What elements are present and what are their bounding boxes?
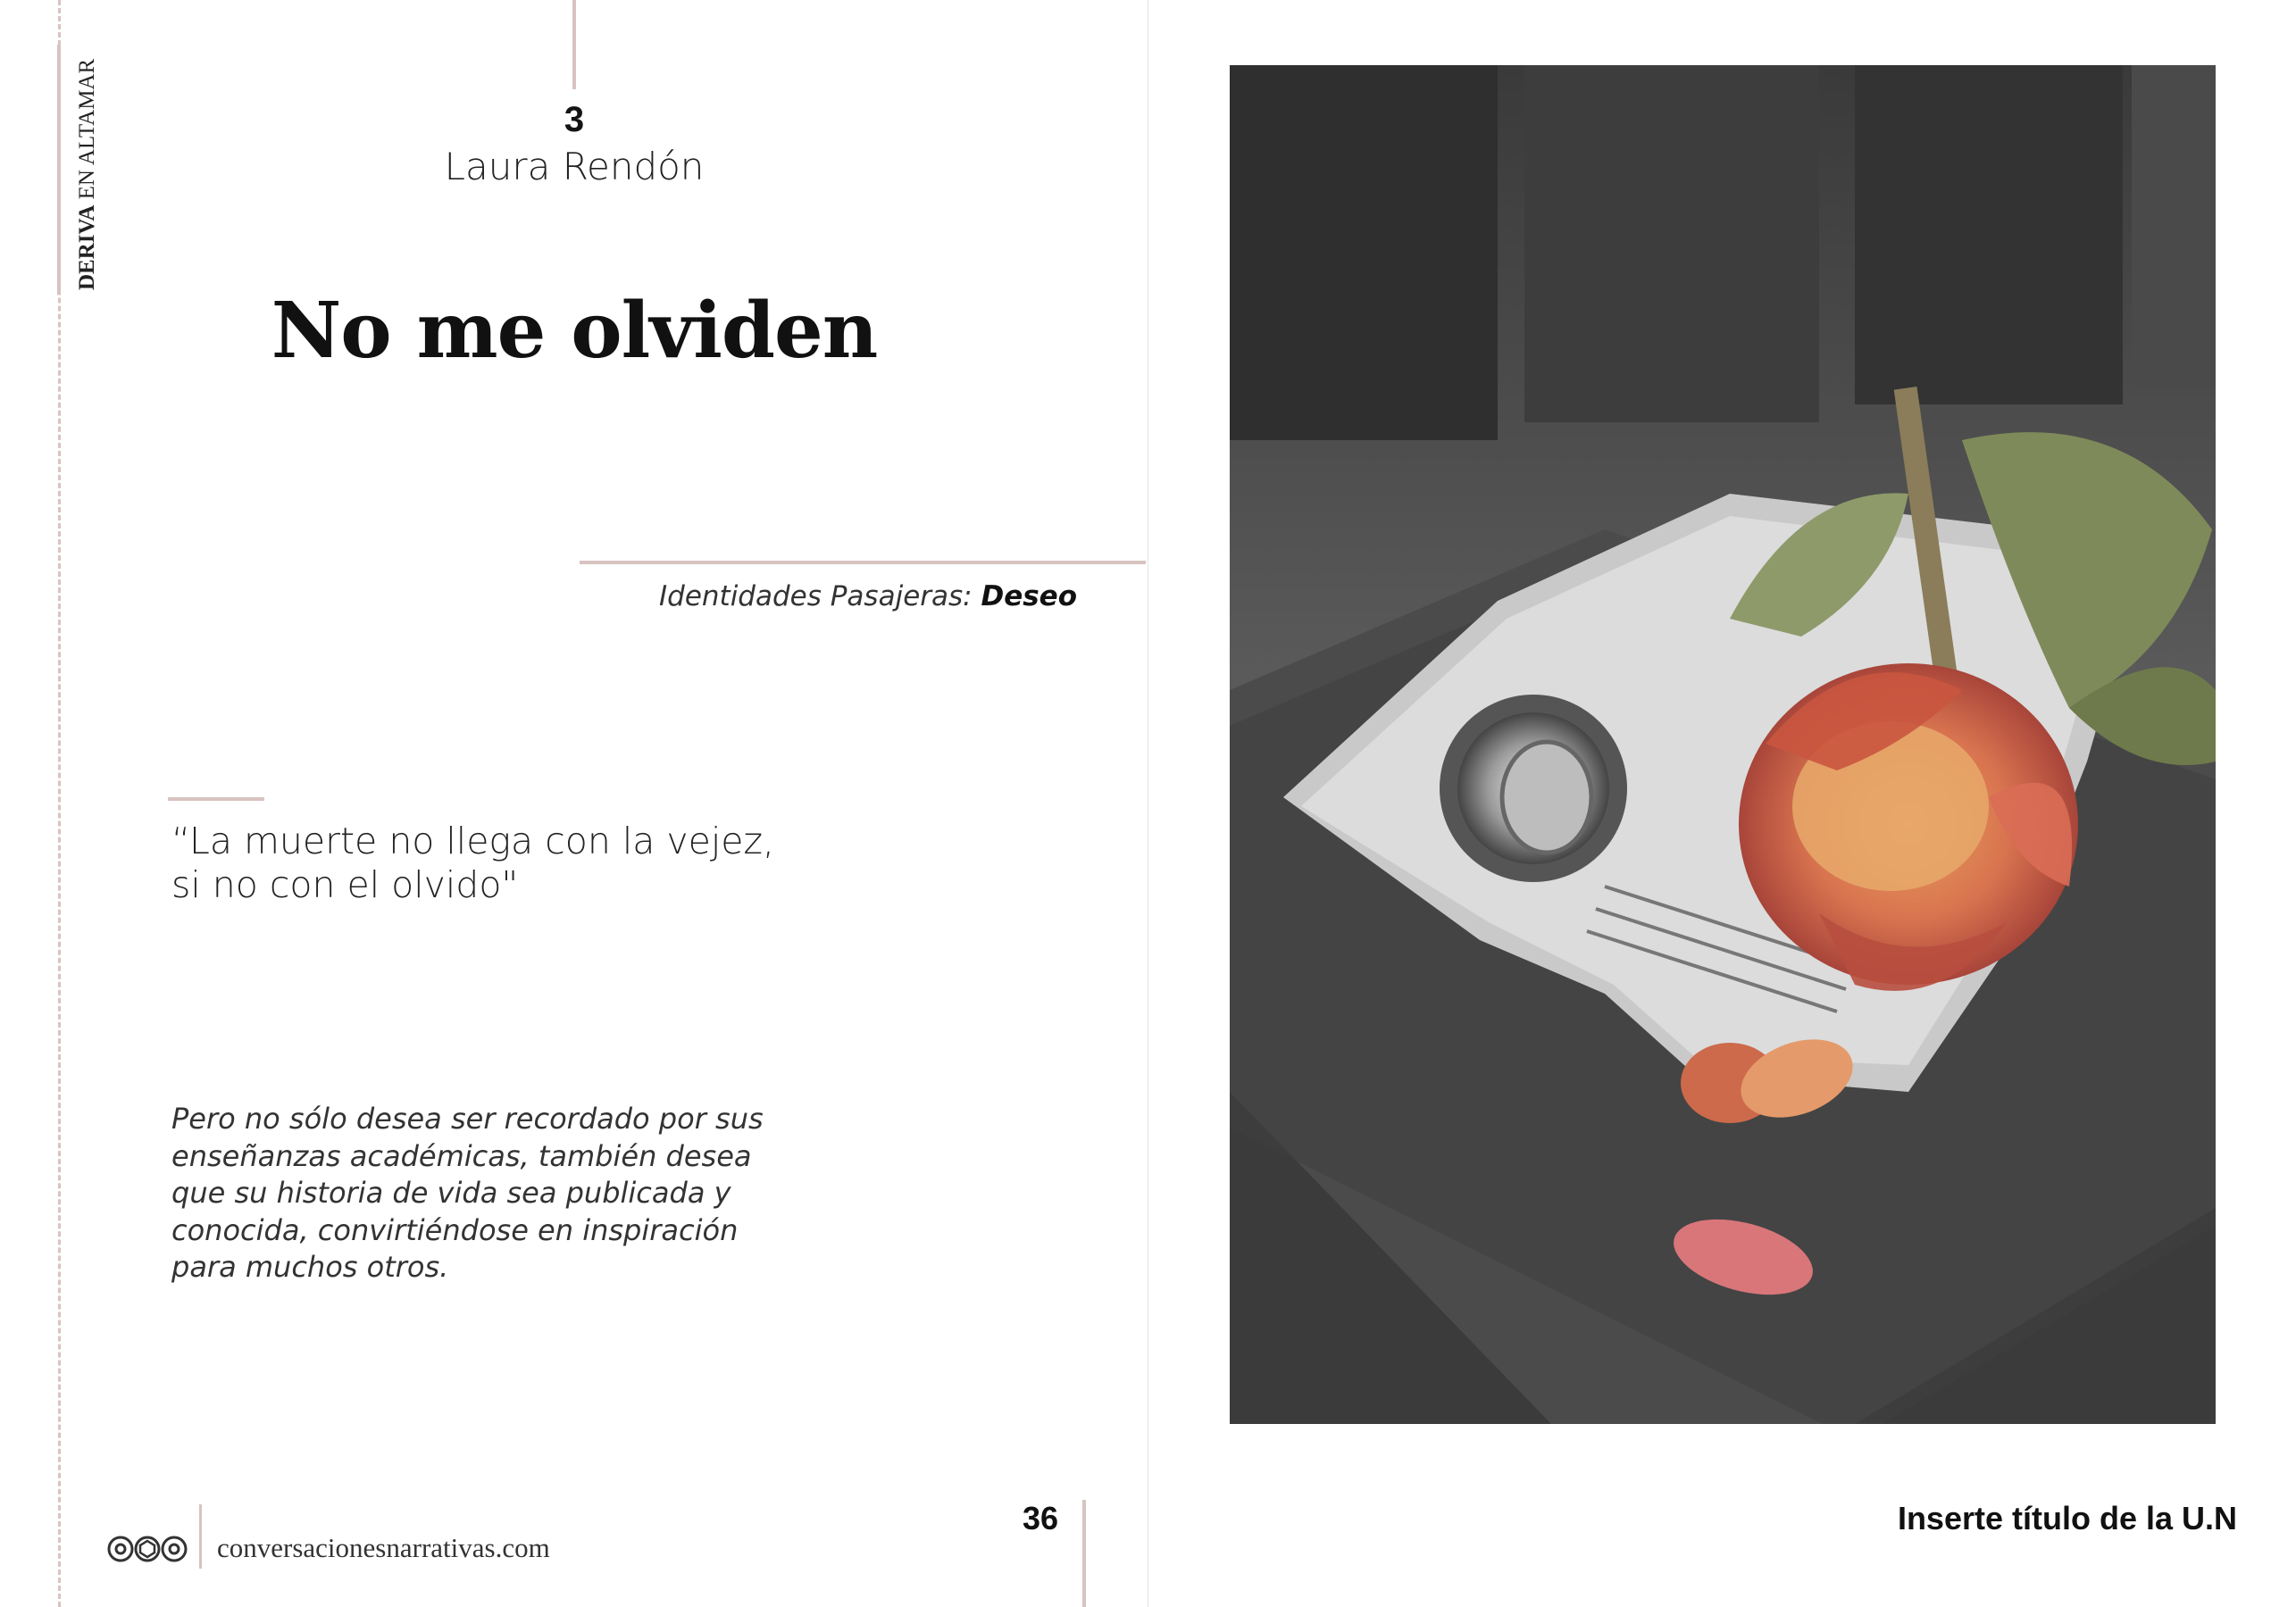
body-line: enseñanzas académicas, también desea (171, 1138, 752, 1173)
section-value: Deseo (981, 580, 1077, 612)
section-label: Identidades Pasajeras: (659, 580, 973, 612)
magazine-name-rest: EN ALTAMAR (75, 58, 99, 205)
pull-quote: “La muerte no llega con la vejez, si no … (171, 820, 797, 907)
article-title: No me olviden (271, 286, 879, 376)
magazine-name: DERIVA EN ALTAMAR (75, 59, 100, 290)
photo-illustration (1230, 65, 2216, 1424)
page-number: 36 (1022, 1500, 1058, 1536)
body-line: que su historia de vida sea publicada y (171, 1176, 731, 1210)
quote-line: “La muerte no llega con la vejez, (171, 820, 775, 862)
body-paragraph: Pero no sólo desea ser recordado por sus… (171, 1101, 797, 1286)
left-page: DERIVA EN ALTAMAR 3 Laura Rendón No me o… (0, 0, 1148, 1607)
author-name: Laura Rendón (444, 145, 705, 188)
body-line: Pero no sólo desea ser recordado por sus (171, 1102, 764, 1136)
quote-line: si no con el olvido" (171, 863, 519, 906)
rose-ring-book-photo (1230, 65, 2216, 1424)
chapter-number: 3 (564, 100, 585, 139)
cc-license-icons (107, 1536, 188, 1562)
margin-accent-bar (57, 45, 61, 295)
section-rule (580, 561, 1146, 564)
magazine-name-bold: DERIVA (75, 204, 99, 290)
website-link[interactable]: conversacionesnarrativas.com (217, 1532, 550, 1564)
footer-divider (199, 1504, 202, 1569)
quote-rule (168, 797, 264, 801)
body-line: para muchos otros. (171, 1250, 449, 1284)
body-line: conocida, convirtiéndose en inspiración (171, 1212, 739, 1247)
page-number-divider (1082, 1500, 1086, 1607)
top-divider (572, 0, 576, 89)
right-page-title: Inserte título de la U.N (1897, 1500, 2237, 1536)
section-tag: Identidades Pasajeras: Deseo (268, 580, 1077, 612)
